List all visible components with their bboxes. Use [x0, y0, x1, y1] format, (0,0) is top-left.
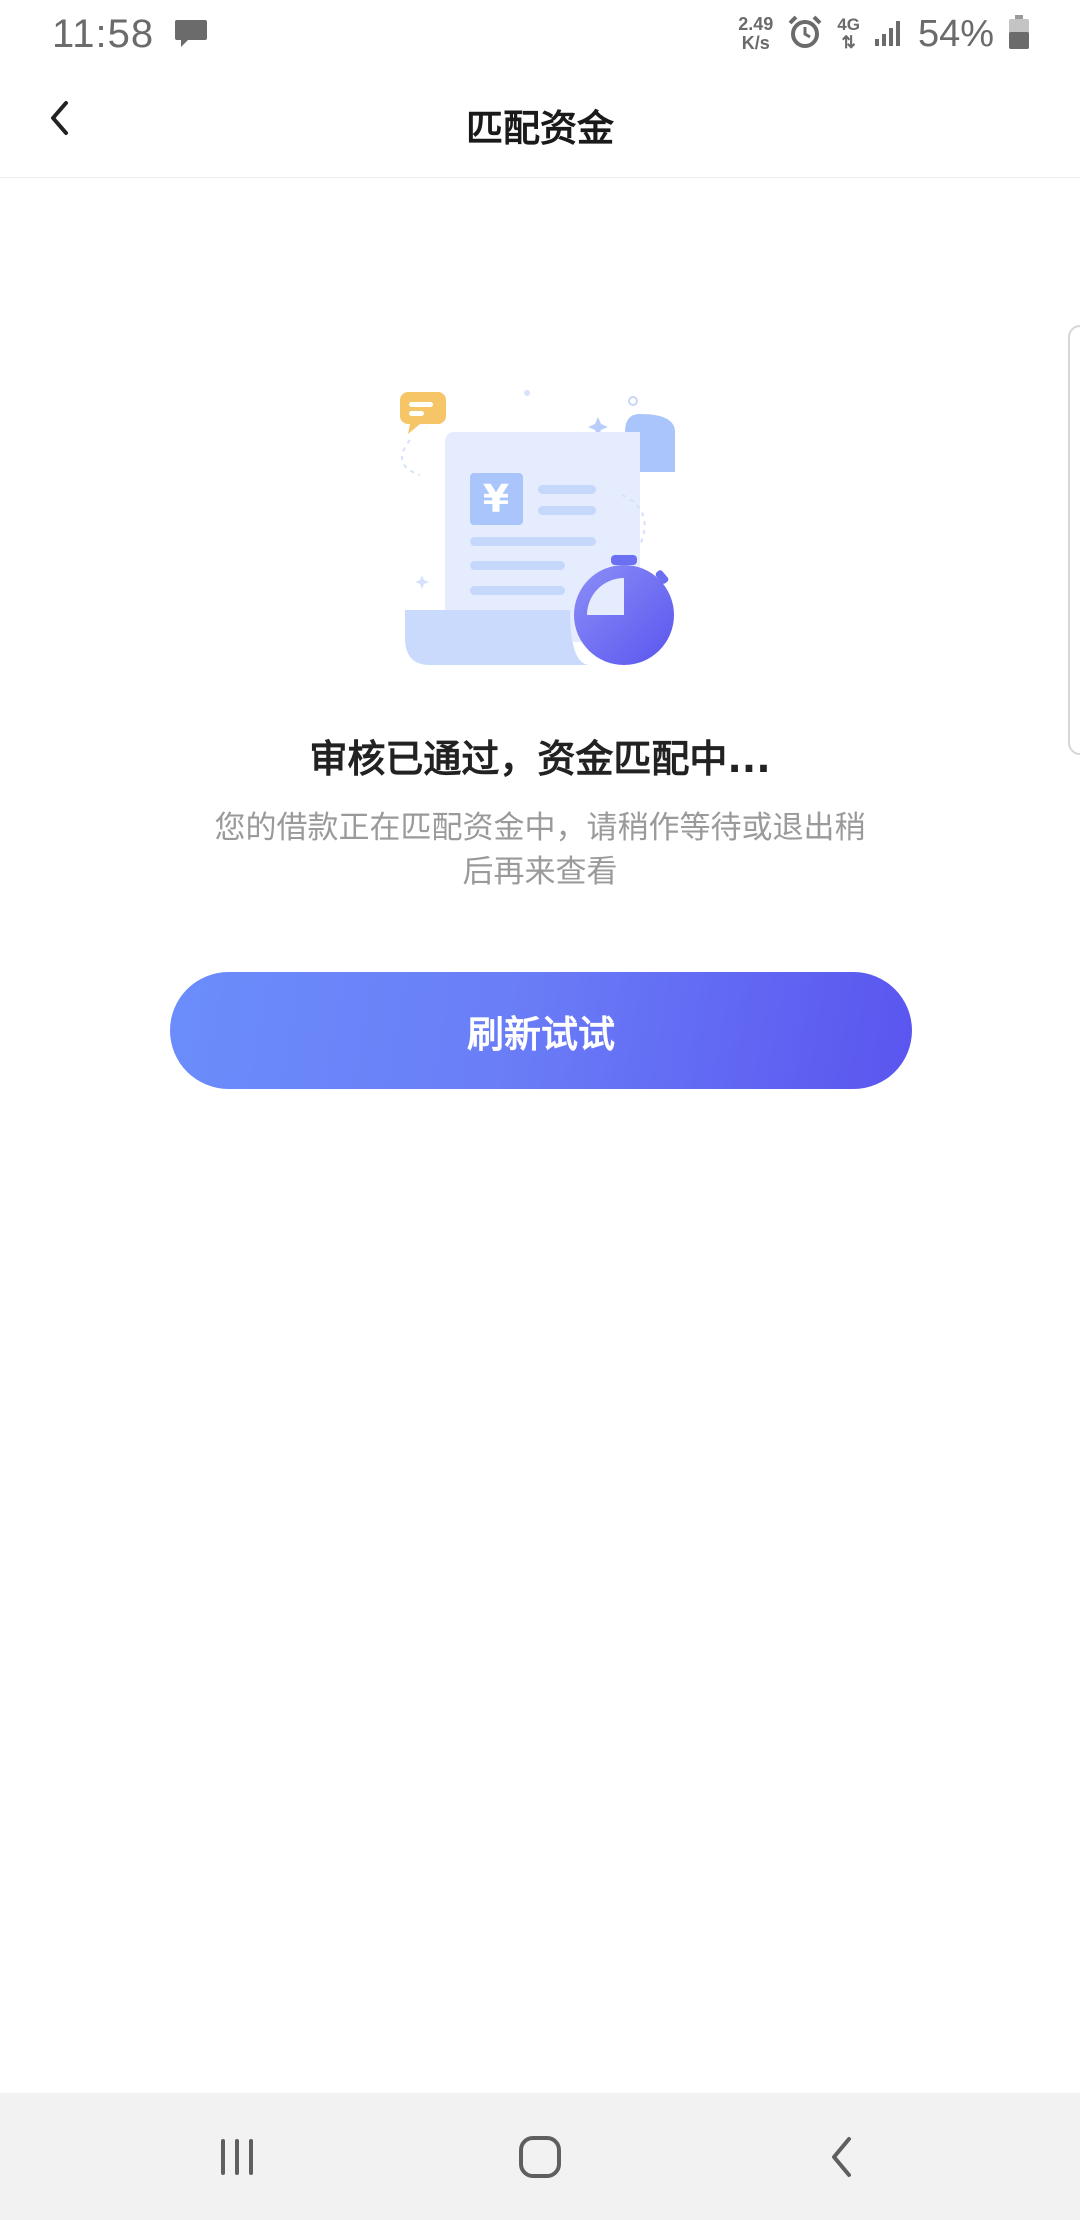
system-nav-bar	[0, 2093, 1080, 2220]
network-type: 4G ⇅	[837, 16, 860, 52]
status-bar: 11:58 2.49 K/s 4G ⇅ 54%	[0, 0, 1080, 68]
message-icon	[174, 18, 208, 50]
data-arrows-icon: ⇅	[841, 33, 856, 52]
status-description: 您的借款正在匹配资金中，请稍作等待或退出稍后再来查看	[214, 810, 866, 890]
recent-apps-icon	[221, 2138, 253, 2175]
home-button[interactable]	[470, 2093, 610, 2220]
system-back-button[interactable]	[772, 2093, 912, 2220]
home-icon	[519, 2135, 561, 2178]
app-bar: 匹配资金	[0, 68, 1080, 178]
speed-value: 2.49	[738, 14, 774, 34]
document-stopwatch-illustration: ¥	[390, 380, 690, 680]
page-title: 匹配资金	[466, 107, 614, 150]
status-left: 11:58	[52, 12, 208, 57]
alarm-icon	[787, 14, 823, 54]
network-label: 4G	[837, 15, 860, 34]
signal-icon	[874, 17, 904, 51]
status-time: 11:58	[52, 11, 155, 56]
status-right: 2.49 K/s 4G ⇅ 54%	[738, 13, 1030, 56]
network-speed: 2.49 K/s	[738, 15, 773, 53]
refresh-button[interactable]: 刷新试试	[170, 972, 912, 1089]
battery-percent: 54%	[917, 12, 994, 55]
status-headline: 审核已通过，资金匹配中...	[309, 737, 771, 781]
battery-icon	[1008, 14, 1030, 54]
svg-text:¥: ¥	[483, 477, 509, 521]
recent-apps-button[interactable]	[167, 2093, 307, 2220]
chat-bubble-icon	[400, 392, 446, 434]
edge-panel-handle[interactable]	[1068, 325, 1080, 755]
speed-unit: K/s	[741, 33, 770, 53]
back-icon	[832, 2136, 851, 2177]
